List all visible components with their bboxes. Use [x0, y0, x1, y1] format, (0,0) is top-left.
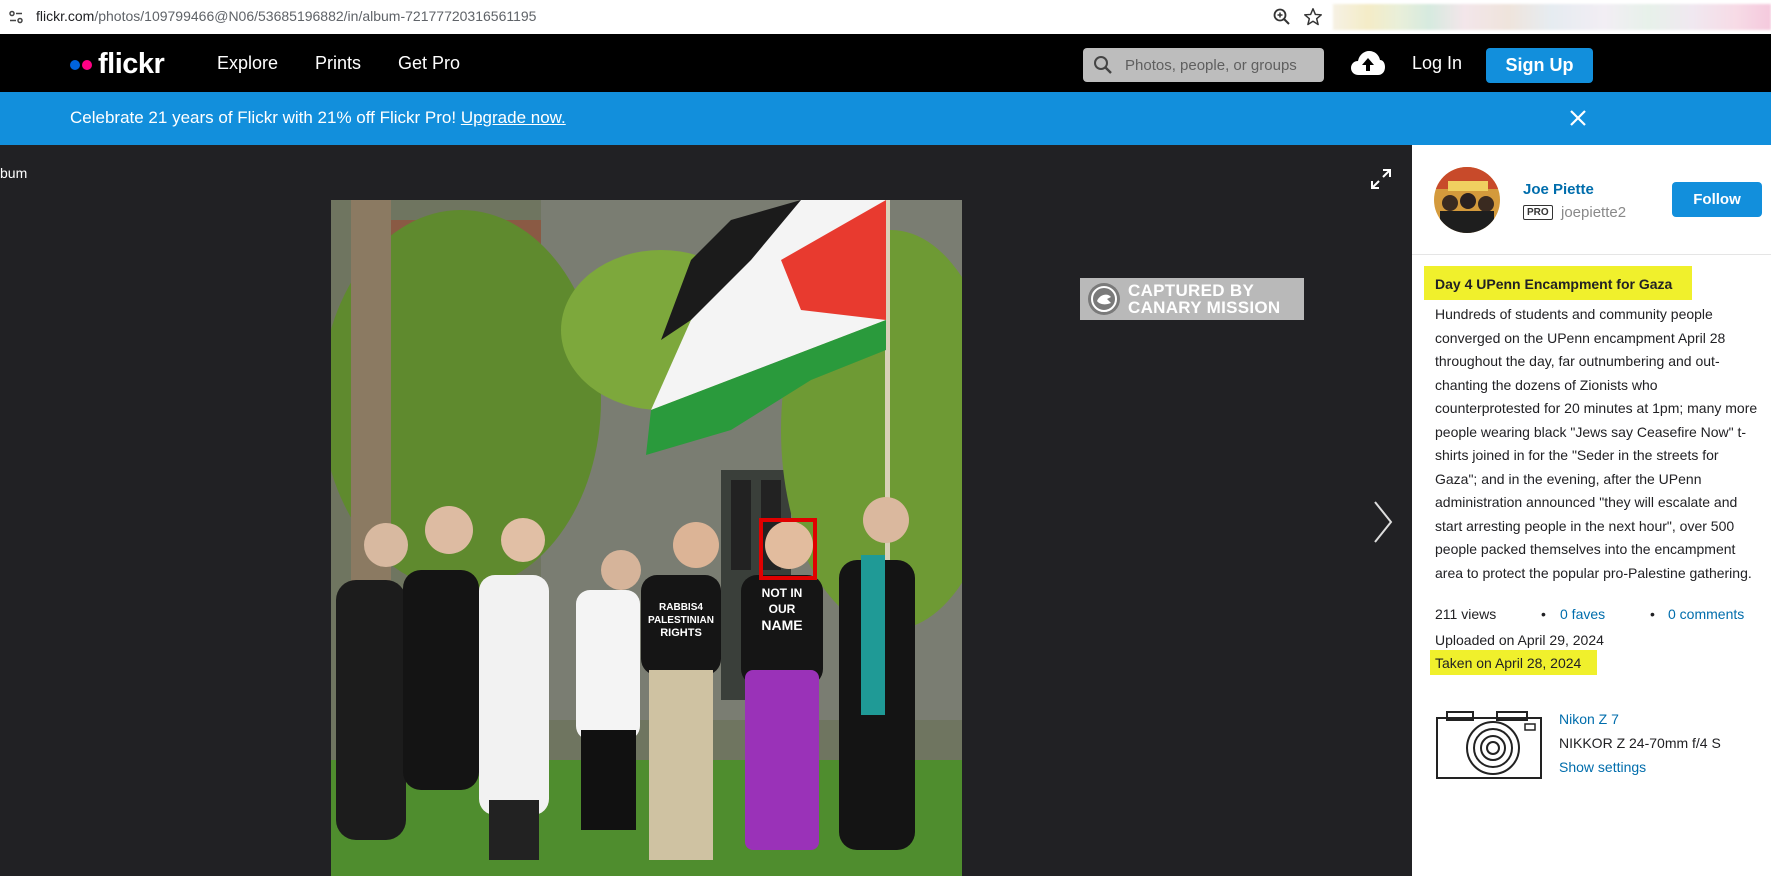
shirt-text-3: NAME: [761, 617, 802, 633]
author-username: joepiette2: [1561, 204, 1627, 221]
uploaded-date: Uploaded on April 29, 2024: [1435, 632, 1604, 648]
main-photo[interactable]: NOT IN OUR NAME RABBIS4 PALESTINIAN RIGH…: [331, 200, 962, 876]
canary-logo-icon: [1088, 283, 1120, 315]
close-icon[interactable]: [1568, 108, 1588, 128]
upload-cloud-icon[interactable]: [1350, 50, 1386, 76]
lens-name: NIKKOR Z 24-70mm f/4 S: [1559, 735, 1721, 751]
photo-stage: bum NOT IN OUR NAME RABBIS4 PALESTINIAN …: [0, 145, 1412, 876]
nav-prints-link[interactable]: Prints: [315, 53, 361, 74]
site-info-icon[interactable]: [8, 9, 24, 25]
photo-title: Day 4 UPenn Encampment for Gaza: [1435, 276, 1673, 292]
nav-get-pro-link[interactable]: Get Pro: [398, 53, 460, 74]
browser-address-bar[interactable]: flickr.com/photos/109799466@N06/53685196…: [0, 0, 1771, 34]
shirt-text-4: RABBIS4: [659, 602, 703, 613]
canary-mission-watermark: CAPTURED BY CANARY MISSION: [1080, 278, 1304, 320]
taken-date: Taken on April 28, 2024: [1435, 655, 1582, 671]
promo-banner: Celebrate 21 years of Flickr with 21% of…: [0, 92, 1771, 145]
flickr-logo[interactable]: flickr: [70, 48, 165, 81]
stats-separator: •: [1650, 606, 1655, 622]
back-to-album-link[interactable]: bum: [0, 165, 27, 181]
photo-info-sidebar: Joe Piette PRO joepiette2 Follow Day 4 U…: [1412, 145, 1771, 876]
shirt-text-2: OUR: [769, 602, 796, 616]
promo-text: Celebrate 21 years of Flickr with 21% of…: [70, 108, 566, 128]
upgrade-link[interactable]: Upgrade now.: [461, 108, 566, 127]
watermark-line-1: CAPTURED BY: [1128, 281, 1255, 300]
expand-icon[interactable]: [1369, 167, 1393, 191]
promo-message: Celebrate 21 years of Flickr with 21% of…: [70, 108, 461, 127]
shirt-text-6: RIGHTS: [660, 627, 702, 639]
shirt-text-5: PALESTINIAN: [648, 615, 714, 626]
search-input[interactable]: [1125, 48, 1315, 82]
logo-wordmark: flickr: [98, 48, 165, 80]
avatar[interactable]: [1434, 167, 1500, 233]
extensions-toolbar[interactable]: [1333, 4, 1771, 30]
stats-separator: •: [1541, 606, 1546, 622]
bookmark-star-icon[interactable]: [1302, 6, 1324, 28]
follow-button[interactable]: Follow: [1672, 182, 1762, 217]
logo-blue-dot: [70, 59, 80, 70]
signup-button[interactable]: Sign Up: [1486, 48, 1593, 83]
watermark-text: CAPTURED BY CANARY MISSION: [1128, 282, 1281, 316]
camera-icon: [1436, 711, 1542, 779]
login-link[interactable]: Log In: [1412, 53, 1462, 74]
shirt-text-1: NOT IN: [762, 586, 803, 600]
nav-explore-link[interactable]: Explore: [217, 53, 278, 74]
comments-link[interactable]: 0 comments: [1668, 606, 1744, 622]
views-count: 211 views: [1435, 606, 1497, 622]
pro-badge: PRO: [1523, 205, 1553, 220]
protest-photo-illustration: NOT IN OUR NAME RABBIS4 PALESTINIAN RIGH…: [331, 200, 962, 876]
url-host: flickr.com: [36, 8, 95, 24]
url-path: /photos/109799466@N06/53685196882/in/alb…: [94, 8, 537, 24]
photo-description: Hundreds of students and community peopl…: [1435, 306, 1758, 581]
search-box[interactable]: [1083, 48, 1324, 82]
logo-pink-dot: [82, 59, 92, 70]
show-settings-link[interactable]: Show settings: [1559, 759, 1646, 775]
watermark-line-2: CANARY MISSION: [1128, 298, 1281, 317]
author-section: Joe Piette PRO joepiette2 Follow: [1412, 145, 1771, 255]
avatar-image: [1434, 167, 1500, 233]
search-icon[interactable]: [1093, 55, 1113, 75]
next-photo-chevron-icon[interactable]: [1372, 500, 1394, 544]
camera-model-link[interactable]: Nikon Z 7: [1559, 711, 1619, 727]
zoom-icon[interactable]: [1272, 7, 1292, 27]
url-text[interactable]: flickr.com/photos/109799466@N06/53685196…: [36, 8, 536, 24]
faves-link[interactable]: 0 faves: [1560, 606, 1605, 622]
author-name-link[interactable]: Joe Piette: [1523, 181, 1594, 198]
top-navigation: flickr Explore Prints Get Pro Log In Sig…: [0, 34, 1771, 92]
